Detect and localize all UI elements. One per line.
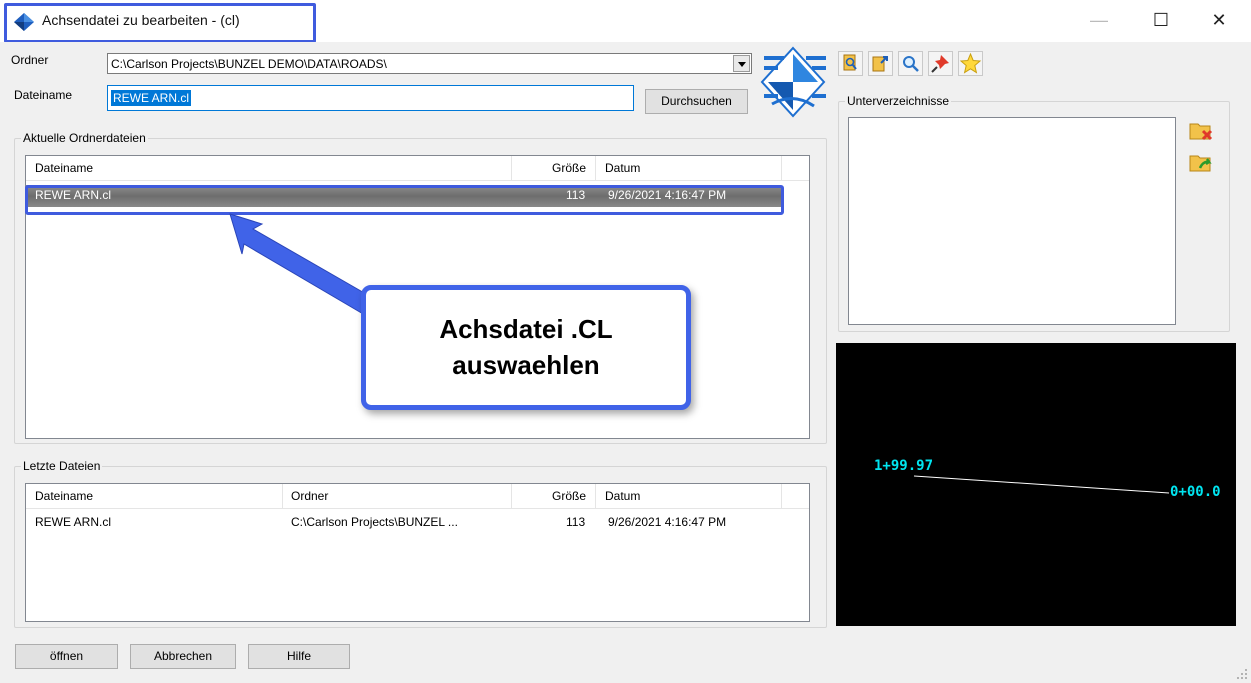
title-bar: Achsendatei zu bearbeiten - (cl) — ☐ ✕: [0, 0, 1251, 43]
column-divider[interactable]: [511, 484, 512, 509]
cell-date: 9/26/2021 4:16:47 PM: [608, 515, 727, 529]
alignment-preview: 1+99.97 0+00.0: [836, 343, 1236, 626]
browse-button[interactable]: Durchsuchen: [645, 89, 748, 114]
folder-combobox[interactable]: C:\Carlson Projects\BUNZEL DEMO\DATA\ROA…: [107, 53, 752, 74]
folder-path: C:\Carlson Projects\BUNZEL DEMO\DATA\ROA…: [111, 57, 387, 71]
column-divider[interactable]: [511, 156, 512, 181]
new-folder-icon[interactable]: [1188, 150, 1214, 174]
table-row[interactable]: REWE ARN.cl C:\Carlson Projects\BUNZEL .…: [26, 512, 809, 532]
carlson-logo-icon: [760, 46, 826, 118]
search-icon[interactable]: [898, 51, 923, 76]
minimize-button[interactable]: —: [1076, 4, 1122, 36]
title-highlight-box: [4, 3, 316, 43]
annotation-callout: Achsdatei .CL auswaehlen: [361, 285, 691, 410]
subdirectories-list[interactable]: [848, 117, 1176, 325]
subdirectories-title: Unterverzeichnisse: [845, 94, 952, 108]
cell-folder: C:\Carlson Projects\BUNZEL ...: [291, 515, 458, 529]
column-divider[interactable]: [595, 484, 596, 509]
resize-grip-icon[interactable]: [1236, 668, 1248, 680]
selection-highlight-box: [25, 185, 784, 215]
cancel-button[interactable]: Abbrechen: [130, 644, 236, 669]
column-header-size[interactable]: Größe: [552, 161, 586, 175]
callout-line-1: Achsdatei .CL: [439, 314, 613, 344]
column-divider[interactable]: [595, 156, 596, 181]
maximize-button[interactable]: ☐: [1138, 4, 1184, 36]
station-start-label: 1+99.97: [874, 458, 934, 474]
column-divider[interactable]: [781, 484, 782, 509]
open-button[interactable]: öffnen: [15, 644, 118, 669]
callout-line-2: auswaehlen: [452, 350, 600, 380]
delete-folder-icon[interactable]: [1188, 118, 1214, 142]
dialog-client: Ordner C:\Carlson Projects\BUNZEL DEMO\D…: [0, 42, 1251, 683]
pin-icon[interactable]: [928, 51, 953, 76]
column-header-date[interactable]: Datum: [605, 489, 640, 503]
current-files-header: Dateiname Größe Datum: [26, 156, 809, 181]
chevron-down-icon[interactable]: [733, 55, 750, 72]
recent-files-header: Dateiname Ordner Größe Datum: [26, 484, 809, 509]
station-end-label: 0+00.0: [1170, 484, 1221, 500]
column-header-date[interactable]: Datum: [605, 161, 640, 175]
column-header-size[interactable]: Größe: [552, 489, 586, 503]
column-header-name[interactable]: Dateiname: [35, 489, 93, 503]
current-files-title: Aktuelle Ordnerdateien: [21, 131, 148, 145]
folder-label: Ordner: [11, 53, 49, 67]
subdirectories-group: Unterverzeichnisse: [838, 94, 1230, 332]
open-file-icon[interactable]: [838, 51, 863, 76]
export-file-icon[interactable]: [868, 51, 893, 76]
filename-label: Dateiname: [14, 88, 73, 102]
filename-value: REWE ARN.cl: [111, 90, 192, 106]
recent-files-list[interactable]: Dateiname Ordner Größe Datum REWE ARN.cl…: [25, 483, 810, 622]
star-icon[interactable]: [958, 51, 983, 76]
column-divider[interactable]: [781, 156, 782, 181]
column-divider[interactable]: [282, 484, 283, 509]
recent-files-group: Letzte Dateien Dateiname Ordner Größe Da…: [14, 459, 827, 628]
recent-files-title: Letzte Dateien: [21, 459, 103, 473]
column-header-name[interactable]: Dateiname: [35, 161, 93, 175]
cell-size: 113: [566, 515, 586, 529]
close-button[interactable]: ✕: [1196, 4, 1242, 36]
filename-input[interactable]: REWE ARN.cl: [107, 85, 634, 111]
cell-name: REWE ARN.cl: [35, 515, 112, 529]
help-button[interactable]: Hilfe: [248, 644, 350, 669]
column-header-folder[interactable]: Ordner: [291, 489, 328, 503]
